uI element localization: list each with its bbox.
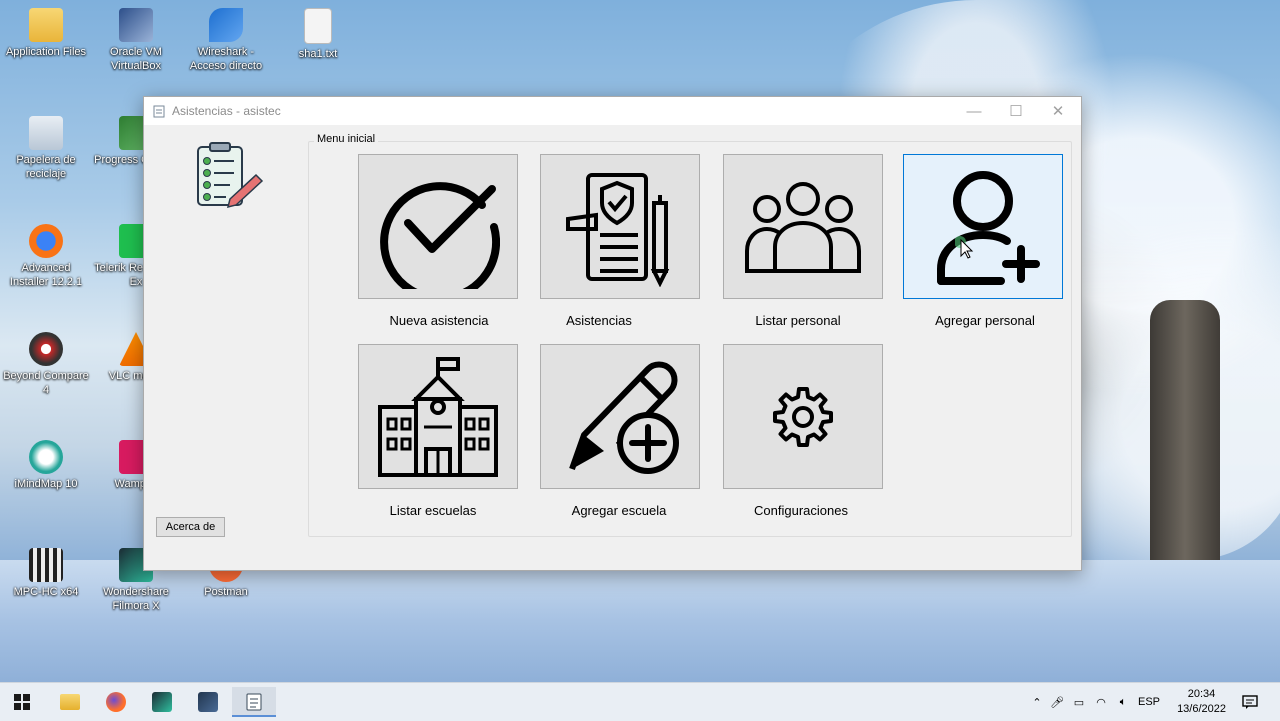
tile-configuraciones[interactable]: [723, 344, 883, 489]
desktop-icon-sha1[interactable]: sha1.txt: [274, 8, 362, 61]
app-clipboard-icon: [153, 105, 165, 118]
tile-label-listar-personal: Listar personal: [755, 313, 841, 328]
wifi-icon[interactable]: ◠: [1090, 696, 1112, 709]
tile-nueva-asistencia[interactable]: [358, 154, 518, 299]
mouse-cursor-icon: [955, 236, 974, 259]
clock-date: 13/6/2022: [1177, 703, 1226, 715]
add-user-icon: [937, 170, 1040, 285]
mpc-hc-icon: [29, 548, 63, 582]
desktop-icon-advanced-installer[interactable]: Advanced Installer 12.2.1: [2, 224, 90, 289]
firefox-icon: [106, 692, 126, 712]
close-button[interactable]: ✕: [1037, 97, 1079, 125]
system-tray: ⌃ 🎤︎ ▭ ◠ 🔈︎ ESP: [1028, 683, 1164, 721]
text-file-icon: [304, 8, 332, 44]
desktop-icon-recycle-bin[interactable]: Papelera de reciclaje: [2, 116, 90, 181]
app-clipboard-icon: [246, 693, 262, 711]
battery-icon[interactable]: ▭: [1068, 696, 1090, 709]
recycle-bin-icon: [29, 116, 63, 150]
app-logo-checklist-icon: [197, 142, 264, 209]
wireshark-icon: [209, 8, 243, 42]
taskbar-file-explorer[interactable]: [48, 687, 92, 717]
speaker-icon[interactable]: 🔈︎: [1112, 696, 1134, 709]
tile-agregar-personal[interactable]: [903, 154, 1063, 299]
clock-time: 20:34: [1187, 688, 1216, 700]
desktop-icon-beyond-compare[interactable]: Beyond Compare 4: [2, 332, 90, 397]
gear-icon: [773, 386, 833, 447]
desktop-icon-imindmap[interactable]: iMindMap 10: [2, 440, 90, 491]
taskbar-firefox[interactable]: [94, 687, 138, 717]
tile-label-listar-escuelas: Listar escuelas: [389, 503, 477, 518]
advanced-installer-icon: [29, 224, 63, 258]
windows-logo-icon: [14, 694, 30, 710]
imindmap-icon: [29, 440, 63, 474]
clock[interactable]: 20:34 13/6/2022: [1177, 687, 1226, 717]
tile-label-agregar-escuela: Agregar escuela: [571, 503, 667, 518]
check-circle-icon: [380, 181, 500, 289]
desktop-icon-wireshark[interactable]: Wireshark - Acceso directo: [182, 8, 270, 73]
notification-icon: [1242, 695, 1258, 709]
tile-agregar-escuela[interactable]: [540, 344, 700, 489]
desktop-icon-virtualbox[interactable]: Oracle VM VirtualBox: [92, 8, 180, 73]
start-button[interactable]: [0, 687, 44, 717]
about-button[interactable]: Acerca de: [156, 517, 225, 537]
document-shield-icon: [566, 172, 670, 287]
pen-plus-icon: [569, 361, 679, 474]
school-building-icon: [378, 356, 498, 477]
tile-label-asistencias: Asistencias: [566, 313, 632, 328]
taskbar-filmora[interactable]: [140, 687, 184, 717]
folder-icon: [29, 8, 63, 42]
window-title: Asistencias - asistec: [172, 104, 281, 118]
virtualbox-icon: [119, 8, 153, 42]
microphone-icon[interactable]: 🎤︎: [1046, 696, 1068, 709]
folder-icon: [60, 694, 80, 710]
taskbar-asistencias-app[interactable]: [232, 687, 276, 717]
visual-studio-icon: [198, 692, 218, 712]
chevron-up-icon[interactable]: ⌃: [1028, 696, 1046, 709]
maximize-button[interactable]: ☐: [995, 97, 1037, 125]
app-window[interactable]: Asistencias - asistec — ☐ ✕ Menu inicial…: [143, 96, 1082, 571]
tile-listar-personal[interactable]: [723, 154, 883, 299]
tile-label-agregar-personal: Agregar personal: [935, 313, 1035, 328]
title-bar[interactable]: Asistencias - asistec — ☐ ✕: [144, 97, 1081, 125]
taskbar-visual-studio[interactable]: [186, 687, 230, 717]
minimize-button[interactable]: —: [953, 97, 995, 125]
tile-label-configuraciones: Configuraciones: [754, 503, 848, 518]
tile-asistencias[interactable]: [540, 154, 700, 299]
menu-group-label: Menu inicial: [314, 133, 379, 145]
language-indicator[interactable]: ESP: [1134, 696, 1164, 708]
beyond-compare-icon: [29, 332, 63, 366]
desktop-icon-mpc-hc[interactable]: MPC-HC x64: [2, 548, 90, 599]
group-people-icon: [745, 181, 861, 273]
taskbar: ⌃ 🎤︎ ▭ ◠ 🔈︎ ESP 20:34 13/6/2022: [0, 682, 1280, 721]
desktop-icon-application-files[interactable]: Application Files: [2, 8, 90, 59]
filmora-icon: [152, 692, 172, 712]
tile-listar-escuelas[interactable]: [358, 344, 518, 489]
notification-button[interactable]: [1230, 687, 1270, 717]
